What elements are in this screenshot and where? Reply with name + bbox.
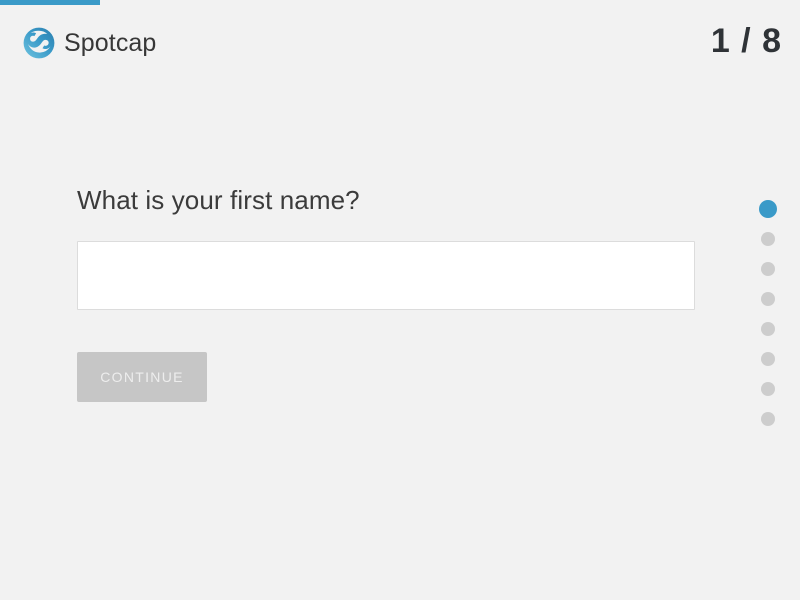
step-dot-7[interactable] [761, 382, 775, 396]
step-dot-8[interactable] [761, 412, 775, 426]
step-dot-5[interactable] [761, 322, 775, 336]
step-indicator-dots [758, 200, 778, 426]
brand-logo[interactable]: Spotcap [22, 26, 156, 60]
step-dot-6[interactable] [761, 352, 775, 366]
step-dot-3[interactable] [761, 262, 775, 276]
step-dot-2[interactable] [761, 232, 775, 246]
step-dot-1[interactable] [759, 200, 777, 218]
question-label: What is your first name? [77, 185, 360, 215]
brand-name: Spotcap [64, 28, 157, 57]
spotcap-s-swirl-icon [22, 26, 56, 60]
first-name-input[interactable] [77, 241, 695, 311]
step-counter: 1 / 8 [710, 22, 782, 60]
step-dot-4[interactable] [761, 292, 775, 306]
page-header: Spotcap 1 / 8 [0, 0, 800, 92]
question-form: What is your first name? CONTINUE [77, 185, 695, 403]
continue-button[interactable]: CONTINUE [77, 352, 207, 403]
